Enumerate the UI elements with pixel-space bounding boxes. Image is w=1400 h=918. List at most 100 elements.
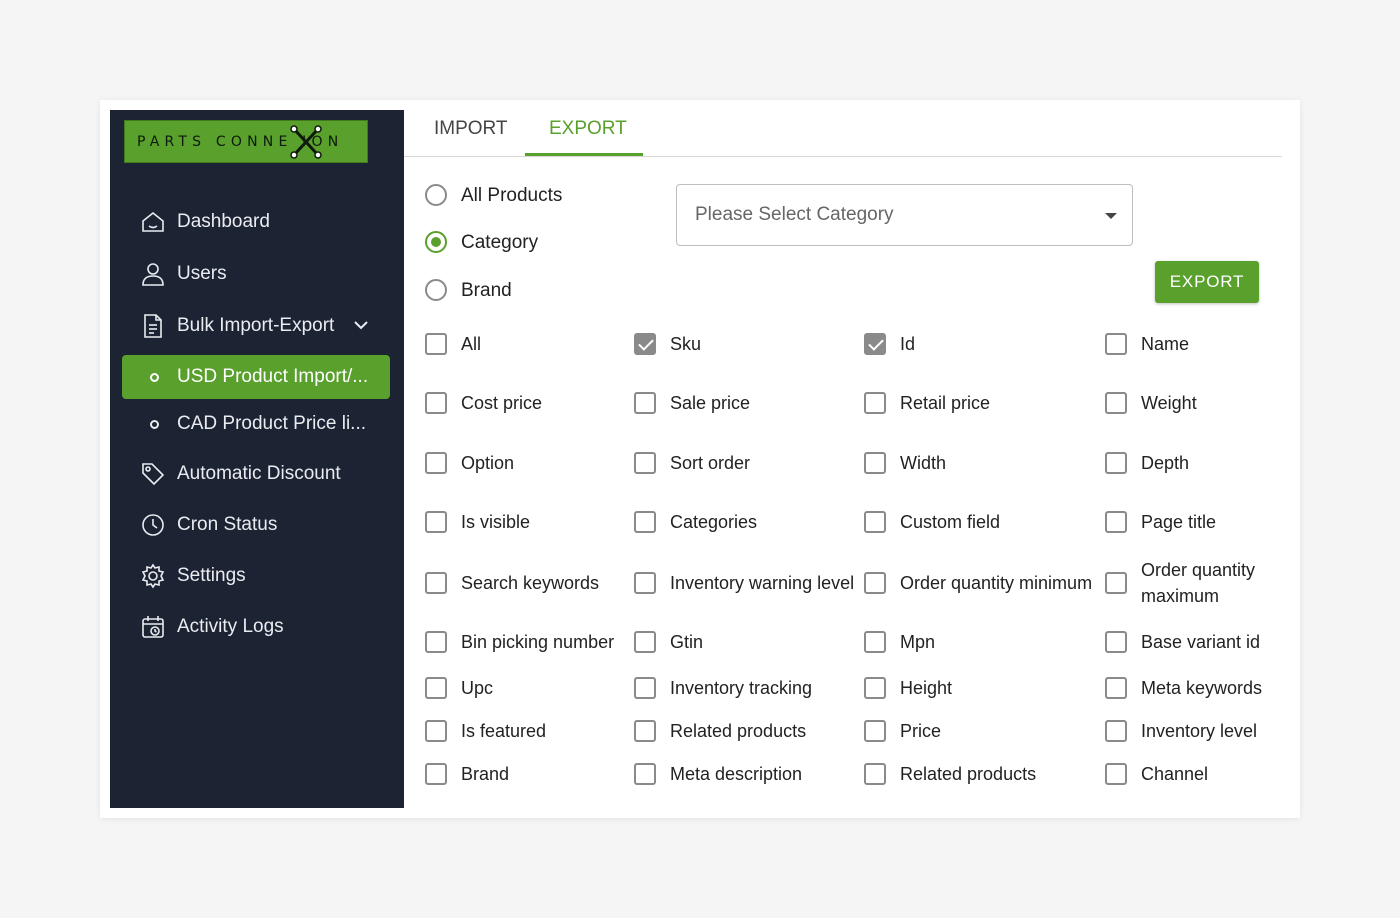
field-checkbox-label: Categories — [670, 512, 758, 532]
field-checkbox-label: Sale price — [670, 393, 751, 413]
field-checkbox-label: Upc — [461, 678, 494, 698]
field-checkbox[interactable] — [634, 452, 656, 474]
field-checkbox-label: Price — [900, 721, 942, 741]
sidebar-item-bulk-import-export[interactable]: Bulk Import-Export — [140, 311, 334, 341]
field-checkbox-label: Height — [900, 678, 953, 698]
field-checkbox-label: All — [461, 334, 482, 354]
field-checkbox[interactable] — [1105, 677, 1127, 699]
field-checkbox-label: Order quantity minimum — [900, 573, 1093, 593]
field-checkbox[interactable] — [864, 720, 886, 742]
field-checkbox[interactable] — [864, 392, 886, 414]
home-icon — [140, 209, 166, 235]
user-icon — [140, 261, 166, 287]
field-checkbox-label: Inventory warning level — [670, 573, 855, 593]
brand-logo[interactable]: PARTS CONNE ION — [124, 120, 368, 163]
field-checkbox[interactable] — [425, 511, 447, 533]
field-checkbox-label: Cost price — [461, 393, 543, 413]
field-checkbox-label: Is visible — [461, 512, 531, 532]
field-checkbox-label: Inventory tracking — [670, 678, 813, 698]
sidebar-item-activity-logs[interactable]: Activity Logs — [140, 612, 284, 642]
sidebar-item-label: Settings — [177, 565, 246, 586]
sidebar-item-settings[interactable]: Settings — [140, 561, 246, 591]
sidebar-subitem-label: CAD Product Price li... — [177, 413, 366, 434]
sidebar-item-label: Automatic Discount — [177, 463, 341, 484]
field-checkbox[interactable] — [425, 572, 447, 594]
field-checkbox[interactable] — [1105, 511, 1127, 533]
field-checkbox[interactable] — [864, 511, 886, 533]
tag-icon — [140, 461, 166, 487]
sidebar-item-label: Activity Logs — [177, 616, 284, 637]
field-checkbox-label: Sort order — [670, 453, 751, 473]
field-checkbox[interactable] — [634, 511, 656, 533]
radio-label-all-products: All Products — [461, 185, 563, 206]
field-checkbox-label: Order quantity maximum — [1141, 560, 1256, 606]
calendar-log-icon — [140, 614, 166, 640]
field-checkbox[interactable] — [864, 333, 886, 355]
field-checkbox[interactable] — [1105, 392, 1127, 414]
sidebar-item-label: Dashboard — [177, 211, 270, 232]
field-checkbox[interactable] — [425, 763, 447, 785]
field-checkbox[interactable] — [1105, 763, 1127, 785]
field-checkbox[interactable] — [425, 631, 447, 653]
field-checkbox[interactable] — [634, 572, 656, 594]
field-checkbox-label: Related products — [670, 721, 807, 741]
field-checkbox-label: Sku — [670, 334, 702, 354]
field-checkbox-label: Page title — [1141, 512, 1217, 532]
field-checkbox-label: Meta description — [670, 764, 803, 784]
field-checkbox[interactable] — [864, 572, 886, 594]
tab-export[interactable]: EXPORT — [549, 118, 627, 140]
caret-down-icon — [1105, 213, 1117, 219]
field-checkbox[interactable] — [864, 631, 886, 653]
field-checkbox-label: Width — [900, 453, 947, 473]
field-checkbox[interactable] — [634, 763, 656, 785]
logo-x-icon — [290, 125, 322, 159]
bullet-icon — [150, 419, 159, 429]
radio-label-brand: Brand — [461, 280, 512, 301]
chevron-down-icon[interactable] — [353, 319, 369, 331]
export-button[interactable]: EXPORT — [1155, 261, 1259, 303]
sidebar-item-cron-status[interactable]: Cron Status — [140, 510, 277, 540]
field-checkbox[interactable] — [1105, 333, 1127, 355]
field-checkbox[interactable] — [634, 392, 656, 414]
radio-all-products[interactable] — [425, 184, 447, 206]
clock-icon — [140, 512, 166, 538]
sidebar-item-label: Cron Status — [177, 514, 278, 535]
field-checkbox[interactable] — [1105, 631, 1127, 653]
sidebar-subitem-cad-product-price[interactable]: CAD Product Price li... — [122, 402, 390, 446]
field-checkbox[interactable] — [634, 631, 656, 653]
category-select-placeholder: Please Select Category — [695, 204, 894, 225]
radio-brand[interactable] — [425, 279, 447, 301]
field-checkbox-label: Depth — [1141, 453, 1190, 473]
field-checkbox-label: Custom field — [900, 512, 1001, 532]
field-checkbox[interactable] — [864, 452, 886, 474]
field-checkbox-label: Inventory level — [1141, 721, 1258, 741]
field-checkbox[interactable] — [425, 452, 447, 474]
field-checkbox[interactable] — [425, 392, 447, 414]
field-checkbox-label: Is featured — [461, 721, 547, 741]
field-checkbox-label: Option — [461, 453, 515, 473]
active-tab-indicator — [525, 153, 643, 156]
field-checkbox[interactable] — [425, 720, 447, 742]
field-checkbox[interactable] — [425, 333, 447, 355]
field-checkbox[interactable] — [425, 677, 447, 699]
tab-bar — [404, 110, 1282, 157]
category-select[interactable]: Please Select Category — [676, 184, 1133, 246]
radio-category[interactable] — [425, 231, 447, 253]
tab-import[interactable]: IMPORT — [434, 118, 508, 140]
field-checkbox[interactable] — [1105, 572, 1127, 594]
bullet-icon — [150, 372, 159, 382]
field-checkbox[interactable] — [1105, 720, 1127, 742]
sidebar-item-automatic-discount[interactable]: Automatic Discount — [140, 459, 341, 489]
field-checkbox[interactable] — [864, 677, 886, 699]
gear-icon — [140, 563, 166, 589]
sidebar-subitem-label: USD Product Import/... — [177, 366, 369, 387]
field-checkbox[interactable] — [864, 763, 886, 785]
field-checkbox[interactable] — [634, 677, 656, 699]
field-checkbox[interactable] — [1105, 452, 1127, 474]
sidebar-subitem-usd-product-import[interactable]: USD Product Import/... — [122, 355, 390, 399]
field-checkbox[interactable] — [634, 333, 656, 355]
field-checkbox[interactable] — [634, 720, 656, 742]
sidebar-item-users[interactable]: Users — [140, 259, 227, 289]
radio-label-category: Category — [461, 232, 539, 253]
sidebar-item-dashboard[interactable]: Dashboard — [140, 207, 270, 237]
